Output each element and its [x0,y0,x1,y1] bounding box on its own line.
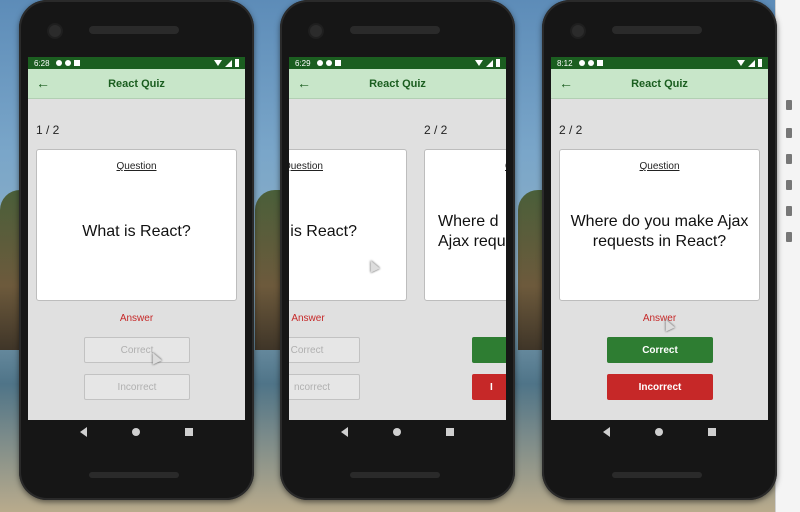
question-card[interactable]: Question Where do you make Ajax requests… [559,149,760,301]
phone-frame-2: 6:29 ← React Quiz 2 / 2 Question t is Re… [280,0,515,500]
question-text: Where d Ajax requ [438,213,506,250]
android-nav-bar [289,420,506,444]
speaker-slot [612,472,702,478]
back-arrow-icon[interactable]: ← [36,75,50,91]
question-label: Question [639,161,680,172]
status-time: 8:12 [557,58,573,68]
nav-recents-icon[interactable] [445,428,454,436]
next-question-card[interactable]: Q Where d Ajax requ [424,149,506,301]
question-text: What is React? [82,223,191,240]
question-counter: 2 / 2 [424,123,448,137]
question-text: t is React? [289,223,357,240]
camera-icon [572,25,584,37]
next-incorrect-button[interactable]: I [472,374,506,400]
back-arrow-icon[interactable]: ← [559,75,573,91]
back-arrow-icon[interactable]: ← [297,75,311,91]
correct-button[interactable]: Correct [84,337,190,363]
nav-home-icon[interactable] [654,428,663,436]
answer-link[interactable]: Answer [28,313,245,324]
phone-screen-1: 6:28 ← React Quiz 1 / 2 Question What is… [28,57,245,420]
camera-icon [310,25,322,37]
question-label: Question [289,161,323,172]
app-bar: ← React Quiz [28,69,245,99]
sd-card-icon [73,60,80,66]
wifi-icon [214,60,222,66]
a-notification-icon [325,60,332,66]
previous-question-card[interactable]: Question t is React? [289,149,407,301]
nav-recents-icon[interactable] [707,428,716,436]
earpiece [612,26,702,34]
nav-back-icon[interactable] [603,427,611,437]
app-title: React Quiz [369,77,426,90]
settings-icon [578,60,585,66]
nav-back-icon[interactable] [80,427,88,437]
incorrect-button[interactable]: ncorrect [289,374,360,400]
battery-icon [496,59,500,67]
signal-icon [748,59,755,67]
phone-screen-2: 6:29 ← React Quiz 2 / 2 Question t is Re… [289,57,506,420]
speaker-slot [89,472,179,478]
status-time: 6:29 [295,58,311,68]
status-bar: 6:29 [289,57,506,69]
background-window-edge [775,0,800,512]
app-bar: ← React Quiz [289,69,506,99]
status-time: 6:28 [34,58,50,68]
settings-icon [55,60,62,66]
question-card[interactable]: Question What is React? [36,149,237,301]
earpiece [89,26,179,34]
question-label: Q [425,161,506,172]
question-text: Where do you make Ajax requests in React… [570,213,749,250]
earpiece [350,26,440,34]
question-label: Question [116,161,157,172]
a-notification-icon [587,60,594,66]
incorrect-button[interactable]: Incorrect [84,374,190,400]
settings-icon [316,60,323,66]
camera-icon [49,25,61,37]
answer-link[interactable]: Answer [551,313,768,324]
nav-back-icon[interactable] [341,427,349,437]
nav-home-icon[interactable] [392,428,401,436]
nav-recents-icon[interactable] [184,428,193,436]
phone-frame-1: 6:28 ← React Quiz 1 / 2 Question What is… [19,0,254,500]
battery-icon [758,59,762,67]
next-correct-button[interactable] [472,337,506,363]
question-counter: 1 / 2 [36,123,60,137]
wifi-icon [737,60,745,66]
nav-home-icon[interactable] [131,428,140,436]
app-bar: ← React Quiz [551,69,768,99]
app-title: React Quiz [631,77,688,90]
android-nav-bar [28,420,245,444]
android-nav-bar [551,420,768,444]
phone-screen-3: 8:12 ← React Quiz 2 / 2 Question Where d… [551,57,768,420]
signal-icon [225,59,232,67]
speaker-slot [350,472,440,478]
battery-icon [235,59,239,67]
app-title: React Quiz [108,77,165,90]
incorrect-button[interactable]: Incorrect [607,374,713,400]
signal-icon [486,59,493,67]
phone-frame-3: 8:12 ← React Quiz 2 / 2 Question Where d… [542,0,777,500]
a-notification-icon [64,60,71,66]
correct-button[interactable]: Correct [289,337,360,363]
status-bar: 8:12 [551,57,768,69]
sd-card-icon [334,60,341,66]
sd-card-icon [596,60,603,66]
wifi-icon [475,60,483,66]
status-bar: 6:28 [28,57,245,69]
answer-link[interactable]: Answer [289,313,327,324]
correct-button[interactable]: Correct [607,337,713,363]
question-counter: 2 / 2 [559,123,583,137]
